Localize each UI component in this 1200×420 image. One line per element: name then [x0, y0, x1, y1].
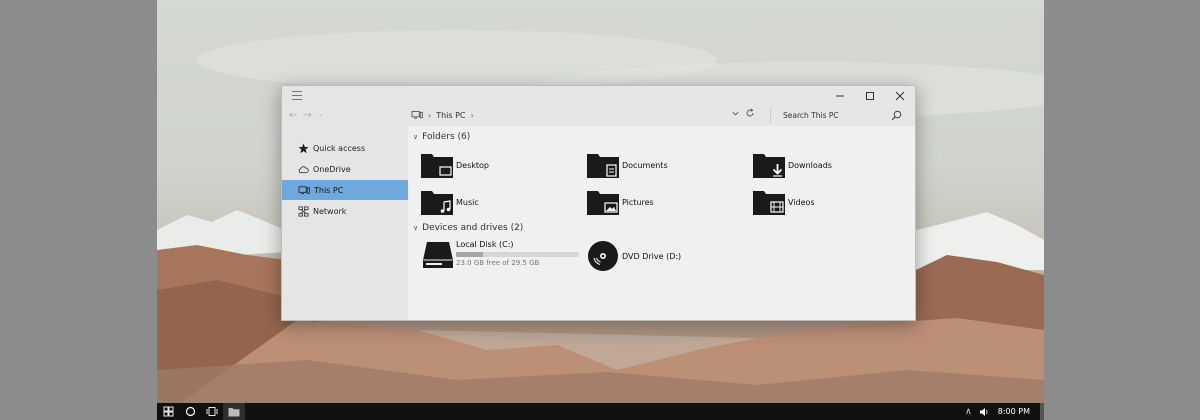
drive-dvd-d[interactable]: DVD Drive (D:)	[587, 240, 681, 272]
folder-label: Desktop	[456, 160, 489, 170]
address-bar[interactable]: › This PC ›	[408, 106, 479, 124]
hard-drive-icon	[423, 242, 453, 268]
drive-label: Local Disk (C:)	[456, 240, 514, 249]
history-buttons: ← → ⌄	[289, 110, 324, 121]
folder-label: Downloads	[788, 160, 832, 170]
pictures-folder-icon	[587, 191, 619, 215]
refresh-icon[interactable]	[745, 108, 755, 118]
address-tools	[731, 108, 755, 118]
nav-item-label: OneDrive	[313, 164, 351, 174]
start-icon	[163, 406, 173, 417]
breadcrumb-separator-icon[interactable]: ›	[428, 111, 431, 120]
nav-item-label: Quick access	[313, 143, 366, 153]
drive-label: DVD Drive (D:)	[622, 251, 682, 261]
folder-label: Videos	[788, 197, 815, 207]
section-title: Folders (6)	[422, 132, 471, 142]
folder-desktop[interactable]: Desktop	[421, 152, 489, 178]
maximize-icon	[866, 92, 874, 100]
drive-free-space: 23.0 GB free of 29.5 GB	[456, 259, 540, 267]
chevron-down-icon: ∨	[413, 133, 419, 141]
folder-pictures[interactable]: Pictures	[587, 189, 654, 215]
volume-icon[interactable]	[979, 407, 989, 417]
recent-dropdown-icon[interactable]: ⌄	[318, 110, 324, 121]
nav-item-network[interactable]: Network	[282, 201, 408, 221]
nav-item-label: This PC	[314, 185, 344, 195]
nav-item-onedrive[interactable]: OneDrive	[282, 159, 408, 179]
folder-downloads[interactable]: Downloads	[753, 152, 832, 178]
folder-icon	[228, 407, 240, 416]
file-explorer-window[interactable]: ← → ⌄ Quick access OneDrive This PC Netw…	[281, 85, 916, 321]
breadcrumb-separator-icon[interactable]: ›	[471, 111, 474, 120]
show-desktop-button[interactable]	[1040, 403, 1044, 420]
folder-label: Pictures	[622, 197, 654, 207]
documents-folder-icon	[587, 154, 619, 178]
folder-label: Documents	[622, 160, 668, 170]
drive-usage-fill	[456, 252, 484, 257]
dvd-drive-icon	[588, 241, 618, 271]
nav-list: Quick access OneDrive This PC Network	[282, 138, 408, 222]
downloads-folder-icon	[753, 154, 785, 178]
desktop-folder-icon	[421, 154, 453, 178]
drive-usage-bar	[456, 252, 579, 257]
back-arrow-icon[interactable]: ←	[289, 110, 297, 121]
drives-section-header[interactable]: ∨ Devices and drives (2)	[413, 223, 523, 233]
music-folder-icon	[421, 191, 453, 215]
forward-arrow-icon[interactable]: →	[303, 110, 311, 121]
search-placeholder: Search This PC	[783, 111, 839, 120]
nav-item-quick-access[interactable]: Quick access	[282, 138, 408, 158]
menu-icon[interactable]	[292, 91, 302, 101]
taskbar: ∧ 8:00 PM	[157, 403, 1044, 420]
folder-videos[interactable]: Videos	[753, 189, 815, 215]
nav-item-this-pc[interactable]: This PC	[282, 180, 408, 200]
computer-icon	[298, 185, 310, 194]
nav-item-label: Network	[313, 206, 347, 216]
search-box[interactable]: Search This PC	[770, 108, 908, 123]
start-button[interactable]	[157, 403, 179, 420]
task-view-icon	[206, 407, 218, 416]
chevron-down-icon[interactable]	[731, 109, 740, 118]
cloud-icon	[298, 165, 309, 173]
search-icon[interactable]	[891, 110, 902, 121]
section-title: Devices and drives (2)	[422, 223, 524, 233]
maximize-button[interactable]	[855, 86, 885, 106]
chevron-down-icon: ∨	[413, 224, 419, 232]
drive-local-disk-c[interactable]: Local Disk (C:) 23.0 GB free of 29.5 GB	[422, 240, 579, 270]
navigation-pane: ← → ⌄ Quick access OneDrive This PC Netw…	[282, 86, 408, 320]
network-icon	[298, 206, 309, 216]
task-view-button[interactable]	[201, 403, 223, 420]
minimize-icon	[836, 95, 844, 97]
taskbar-clock[interactable]: 8:00 PM	[992, 407, 1040, 416]
folders-section-header[interactable]: ∨ Folders (6)	[413, 132, 470, 142]
computer-icon	[411, 110, 423, 119]
close-button[interactable]	[885, 86, 915, 106]
minimize-button[interactable]	[825, 86, 855, 106]
folder-label: Music	[456, 197, 479, 207]
cortana-circle-icon	[185, 406, 195, 417]
folder-music[interactable]: Music	[421, 189, 479, 215]
content-pane: › This PC › Search This PC ∨ Folders (6)…	[408, 86, 915, 320]
drive-info: Local Disk (C:) 23.0 GB free of 29.5 GB	[456, 240, 579, 267]
close-icon	[895, 91, 905, 101]
search-button[interactable]	[179, 403, 201, 420]
breadcrumb-this-pc[interactable]: This PC	[436, 111, 465, 120]
title-and-address-bar: › This PC › Search This PC	[408, 86, 915, 126]
show-hidden-icons-icon[interactable]: ∧	[961, 407, 976, 417]
window-controls	[825, 86, 915, 106]
star-icon	[298, 142, 309, 153]
videos-folder-icon	[753, 191, 785, 215]
file-explorer-taskbar-button[interactable]	[223, 403, 245, 420]
folder-documents[interactable]: Documents	[587, 152, 668, 178]
